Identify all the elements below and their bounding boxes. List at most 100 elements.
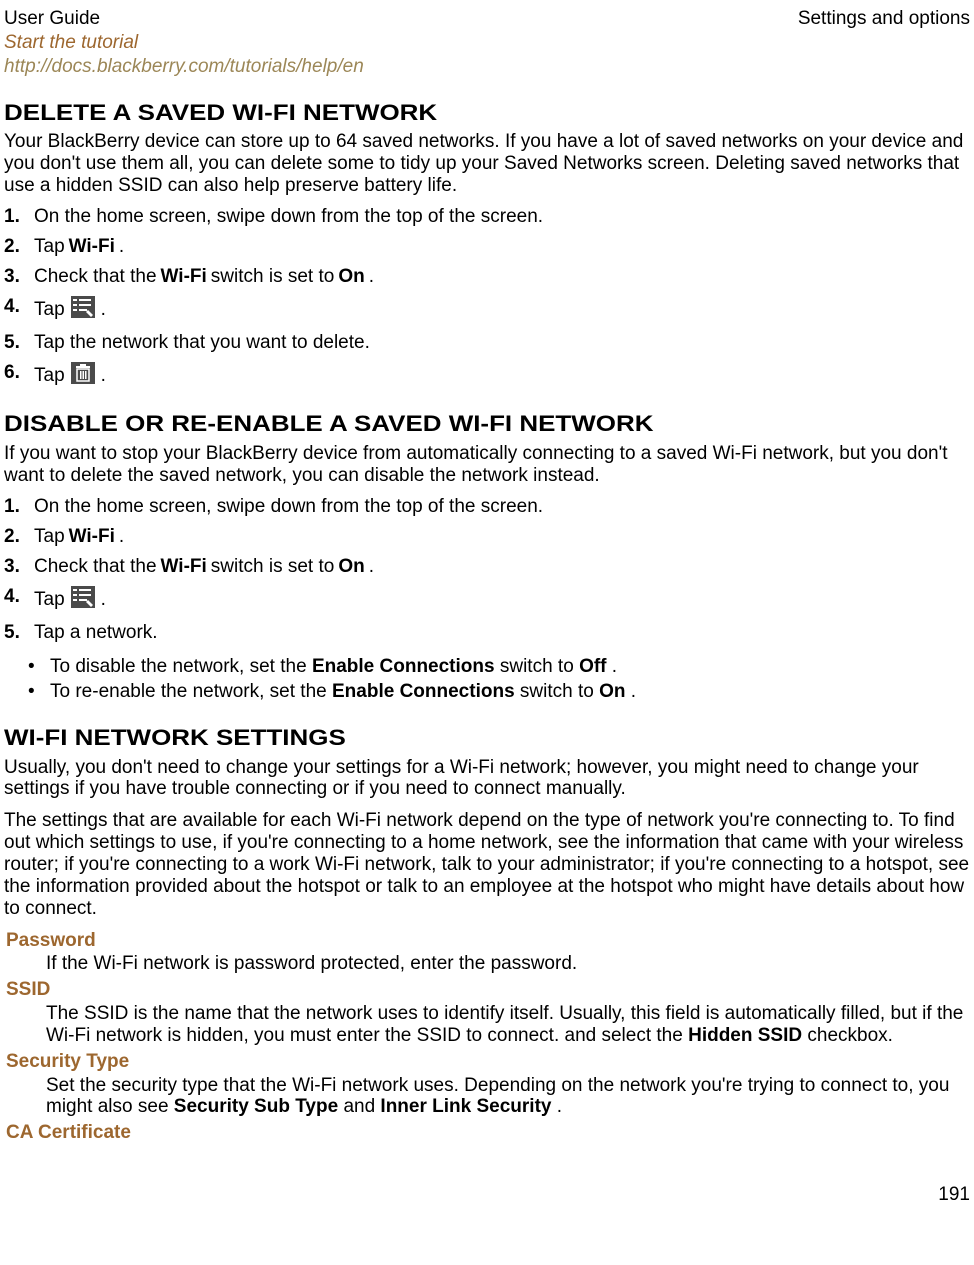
- step-text: Tap .: [34, 362, 970, 390]
- step-item: 4. Tap .: [4, 296, 970, 324]
- step-text: Tap the network that you want to delete.: [34, 332, 970, 354]
- text: .: [101, 365, 106, 387]
- bold-text: Wi-Fi: [69, 526, 115, 548]
- text: .: [612, 656, 617, 677]
- bold-text: Hidden SSID: [688, 1025, 802, 1046]
- step-item: 3. Check that the Wi-Fi switch is set to…: [4, 266, 970, 288]
- step-text: Check that the Wi-Fi switch is set to On…: [34, 266, 970, 288]
- definitions: Password If the Wi-Fi network is passwor…: [4, 930, 970, 1145]
- tutorial-link[interactable]: Start the tutorial: [4, 32, 970, 54]
- step-item: 1. On the home screen, swipe down from t…: [4, 496, 970, 518]
- bold-text: Wi-Fi: [69, 236, 115, 258]
- text: .: [631, 681, 636, 702]
- tutorial-url[interactable]: http://docs.blackberry.com/tutorials/hel…: [4, 56, 970, 78]
- bold-text: On: [599, 681, 625, 702]
- text: Tap: [34, 526, 65, 548]
- text: switch is set to: [211, 556, 335, 578]
- header-left: User Guide: [4, 8, 100, 30]
- para-wifi-settings-1: Usually, you don't need to change your s…: [4, 757, 970, 801]
- step-item: 2. Tap Wi-Fi .: [4, 526, 970, 548]
- step-number: 1.: [4, 206, 24, 228]
- step-number: 5.: [4, 332, 24, 354]
- intro-delete-wifi: Your BlackBerry device can store up to 6…: [4, 131, 970, 197]
- step-text: Tap Wi-Fi .: [34, 236, 970, 258]
- step-text: Tap a network.: [34, 622, 970, 644]
- bullets-disable-wifi: To disable the network, set the Enable C…: [4, 656, 970, 704]
- step-item: 4. Tap .: [4, 586, 970, 614]
- term-ca-certificate: CA Certificate: [6, 1122, 970, 1144]
- header-right: Settings and options: [798, 8, 970, 30]
- text: .: [101, 589, 106, 611]
- page-number: 191: [4, 1184, 970, 1206]
- text: .: [101, 299, 106, 321]
- step-number: 3.: [4, 266, 24, 288]
- bold-text: Wi-Fi: [161, 556, 207, 578]
- text: Tap: [34, 299, 65, 321]
- step-item: 3. Check that the Wi-Fi switch is set to…: [4, 556, 970, 578]
- step-number: 3.: [4, 556, 24, 578]
- step-item: 6. Tap .: [4, 362, 970, 390]
- step-text: Tap Wi-Fi .: [34, 526, 970, 548]
- step-item: 1. On the home screen, swipe down from t…: [4, 206, 970, 228]
- heading-disable-wifi: Disable or re-enable a saved Wi-Fi netwo…: [4, 411, 974, 436]
- step-text: Check that the Wi-Fi switch is set to On…: [34, 556, 970, 578]
- step-number: 1.: [4, 496, 24, 518]
- steps-disable-wifi: 1. On the home screen, swipe down from t…: [4, 496, 970, 643]
- intro-disable-wifi: If you want to stop your BlackBerry devi…: [4, 443, 970, 487]
- step-number: 2.: [4, 526, 24, 548]
- text: Check that the: [34, 556, 157, 578]
- text: .: [369, 556, 374, 578]
- step-number: 5.: [4, 622, 24, 644]
- text: Check that the: [34, 266, 157, 288]
- text: switch to: [520, 681, 599, 702]
- para-wifi-settings-2: The settings that are available for each…: [4, 810, 970, 919]
- bold-text: Enable Connections: [332, 681, 515, 702]
- step-text: On the home screen, swipe down from the …: [34, 206, 970, 228]
- step-number: 2.: [4, 236, 24, 258]
- steps-delete-wifi: 1. On the home screen, swipe down from t…: [4, 206, 970, 389]
- text: switch to: [500, 656, 579, 677]
- step-text: Tap .: [34, 296, 970, 324]
- step-text: On the home screen, swipe down from the …: [34, 496, 970, 518]
- text: Tap: [34, 365, 65, 387]
- def-security-type: Set the security type that the Wi-Fi net…: [46, 1075, 970, 1119]
- term-password: Password: [6, 930, 970, 952]
- text: Tap: [34, 589, 65, 611]
- def-password: If the Wi-Fi network is password protect…: [46, 953, 970, 975]
- heading-wifi-settings: Wi-Fi network settings: [4, 725, 974, 750]
- page-header: User Guide Settings and options: [4, 8, 970, 30]
- bold-text: Off: [579, 656, 606, 677]
- def-ssid: The SSID is the name that the network us…: [46, 1003, 970, 1047]
- text: checkbox.: [807, 1025, 893, 1046]
- text: .: [369, 266, 374, 288]
- text: .: [557, 1096, 562, 1117]
- text: .: [119, 526, 124, 548]
- list-edit-icon: [71, 296, 95, 324]
- bold-text: Wi-Fi: [161, 266, 207, 288]
- text: Tap: [34, 236, 65, 258]
- step-number: 4.: [4, 586, 24, 608]
- term-security-type: Security Type: [6, 1051, 970, 1073]
- heading-delete-wifi: Delete a saved Wi-Fi network: [4, 100, 974, 125]
- bold-text: On: [338, 266, 364, 288]
- step-item: 5. Tap the network that you want to dele…: [4, 332, 970, 354]
- step-number: 6.: [4, 362, 24, 384]
- text: switch is set to: [211, 266, 335, 288]
- step-number: 4.: [4, 296, 24, 318]
- text: To disable the network, set the: [50, 656, 312, 677]
- bold-text: Enable Connections: [312, 656, 495, 677]
- text: and: [343, 1096, 380, 1117]
- step-item: 5. Tap a network.: [4, 622, 970, 644]
- text: .: [119, 236, 124, 258]
- bold-text: Security Sub Type: [174, 1096, 338, 1117]
- list-edit-icon: [71, 586, 95, 614]
- term-ssid: SSID: [6, 979, 970, 1001]
- step-item: 2. Tap Wi-Fi .: [4, 236, 970, 258]
- step-text: Tap .: [34, 586, 970, 614]
- bold-text: Inner Link Security: [380, 1096, 551, 1117]
- bold-text: On: [338, 556, 364, 578]
- trash-icon: [71, 362, 95, 390]
- list-item: To re-enable the network, set the Enable…: [28, 681, 970, 703]
- list-item: To disable the network, set the Enable C…: [28, 656, 970, 678]
- text: To re-enable the network, set the: [50, 681, 332, 702]
